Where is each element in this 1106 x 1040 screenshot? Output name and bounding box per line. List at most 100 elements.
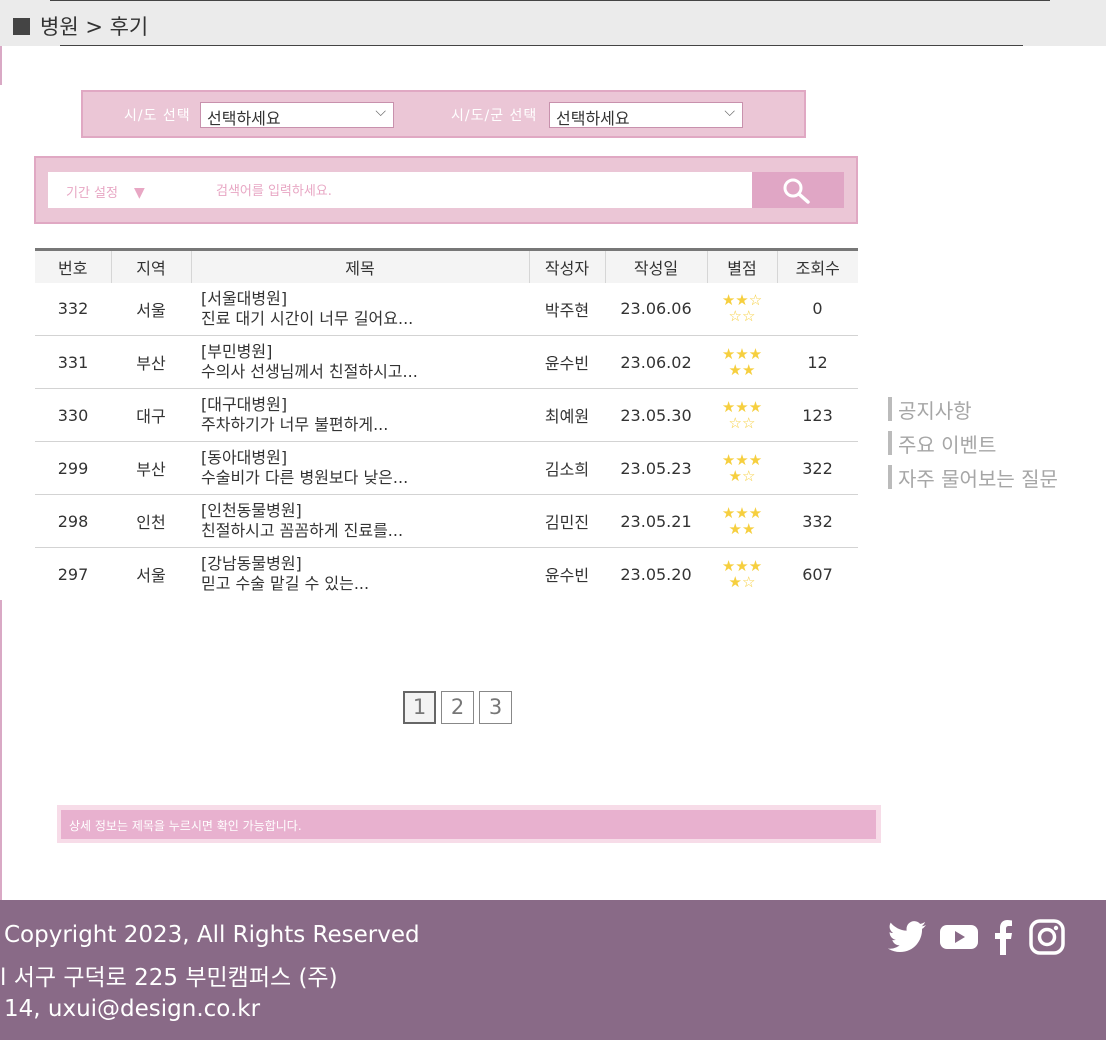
cell-rating: ★★★ ☆☆ — [707, 388, 777, 442]
table-row[interactable]: 331 부산 [부민병원] 수의사 선생님께서 친절하시고... 윤수빈 23.… — [35, 335, 858, 389]
pagination: 1 2 3 — [403, 691, 517, 724]
cell-region: 부산 — [111, 335, 191, 389]
cell-region: 서울 — [136, 566, 166, 586]
cell-no: 332 — [35, 282, 111, 336]
cell-title[interactable]: [부민병원] 수의사 선생님께서 친절하시고... — [191, 335, 529, 389]
side-menu-item-events[interactable]: 주요 이벤트 — [888, 430, 1058, 457]
side-menu-label: 공지사항 — [898, 398, 972, 423]
star-rating: ★★★ ★☆ — [721, 556, 763, 591]
hospital-name: [강남동물병원] — [201, 554, 302, 574]
footer: Copyright 2023, All Rights Reserved l 서구… — [0, 900, 1106, 1040]
header-region: 지역 — [110, 248, 191, 283]
header-author: 작성자 — [528, 248, 605, 283]
header-date: 작성일 — [604, 248, 707, 283]
search-panel: 기간 설정 ▼ 검색어를 입력하세요. — [34, 156, 858, 224]
search-button[interactable] — [752, 172, 844, 208]
cell-rating: ★★★ ★☆ — [707, 441, 777, 495]
cell-author: 박주현 — [529, 282, 605, 336]
twitter-icon[interactable] — [888, 921, 926, 957]
star-rating: ★★★ ☆☆ — [721, 397, 763, 432]
cell-rating: ★★☆ ☆☆ — [707, 282, 777, 336]
footer-copyright: Copyright 2023, All Rights Reserved — [4, 922, 420, 948]
cell-date: 23.05.23 — [605, 441, 707, 495]
cell-author: 최예원 — [529, 388, 605, 442]
cell-views: 322 — [777, 441, 858, 495]
page-button-1[interactable]: 1 — [403, 691, 436, 724]
chevron-down-icon: ⌵ — [724, 104, 735, 120]
side-menu-item-faq[interactable]: 자주 물어보는 질문 — [888, 464, 1058, 491]
menu-bar-marker — [888, 431, 892, 455]
table-row[interactable]: 299 부산 [동아대병원] 수술비가 다른 병원보다 낮은... 김소희 23… — [35, 441, 858, 495]
cell-title[interactable]: [동아대병원] 수술비가 다른 병원보다 낮은... — [191, 441, 529, 495]
side-menu-item-notice[interactable]: 공지사항 — [888, 396, 1058, 423]
header-title: 제목 — [190, 248, 529, 283]
cell-no: 331 — [35, 335, 111, 389]
divider — [50, 0, 1050, 1]
breadcrumb: 병원 > 후기 — [13, 11, 148, 41]
cell-region: 서울 — [111, 282, 191, 336]
sigungu-select-value: 선택하세요 — [556, 109, 630, 128]
review-title: 수의사 선생님께서 친절하시고... — [201, 362, 418, 381]
period-dropdown[interactable]: 기간 설정 ▼ — [66, 182, 145, 201]
hospital-name: [서울대병원] — [201, 288, 288, 308]
cell-author: 윤수빈 — [544, 566, 590, 586]
review-title: 수술비가 다른 병원보다 낮은... — [201, 468, 409, 487]
cell-region: 인천 — [111, 494, 191, 548]
cell-views: 12 — [777, 335, 858, 389]
cell-no: 298 — [35, 494, 111, 548]
table-row[interactable]: 297 서울 [강남동물병원] 믿고 수술 맡길 수 있는... 윤수빈 23.… — [35, 548, 858, 601]
side-menu-label: 주요 이벤트 — [898, 432, 997, 457]
cell-title[interactable]: [강남동물병원] 믿고 수술 맡길 수 있는... — [191, 548, 529, 601]
hospital-name: [인천동물병원] — [201, 501, 302, 520]
sigungu-select[interactable]: 선택하세요 ⌵ — [549, 102, 743, 128]
table-row[interactable]: 330 대구 [대구대병원] 주차하기가 너무 불편하게... 최예원 23.0… — [35, 388, 858, 442]
footer-contact: 14, uxui@design.co.kr — [4, 996, 261, 1022]
cell-author: 윤수빈 — [529, 335, 605, 389]
facebook-icon[interactable] — [992, 919, 1014, 959]
cell-no: 299 — [35, 441, 111, 495]
cell-date: 23.05.30 — [605, 388, 707, 442]
review-title: 진료 대기 시간이 너무 길어요... — [201, 308, 414, 328]
instagram-icon[interactable] — [1028, 918, 1066, 960]
table-row[interactable]: 332 서울 [서울대병원] 진료 대기 시간이 너무 길어요... 박주현 2… — [35, 282, 858, 336]
square-bullet-icon — [13, 17, 30, 35]
cell-date: 23.06.02 — [605, 335, 707, 389]
table-row[interactable]: 298 인천 [인천동물병원] 친절하시고 꼼꼼하게 진료를... 김민진 23… — [35, 494, 858, 548]
cell-title[interactable]: [서울대병원] 진료 대기 시간이 너무 길어요... — [191, 282, 529, 336]
cell-title[interactable]: [인천동물병원] 친절하시고 꼼꼼하게 진료를... — [191, 494, 529, 548]
table-header-row: 번호 지역 제목 작성자 작성일 별점 조회수 — [35, 248, 858, 283]
side-menu-label: 자주 물어보는 질문 — [898, 466, 1058, 491]
notice-bar: 상세 정보는 제목을 누르시면 확인 가능합니다. — [57, 805, 881, 843]
notice-text: 상세 정보는 제목을 누르시면 확인 가능합니다. — [61, 810, 876, 839]
page-button-3[interactable]: 3 — [479, 691, 512, 724]
search-bar: 기간 설정 ▼ 검색어를 입력하세요. — [48, 172, 752, 208]
sido-select[interactable]: 선택하세요 ⌵ — [200, 102, 394, 128]
cell-no: 297 — [57, 564, 89, 584]
review-title: 주차하기가 너무 불편하게... — [201, 415, 389, 434]
hospital-name: [동아대병원] — [201, 448, 288, 467]
star-rating: ★★★ ★★ — [721, 344, 763, 379]
star-rating: ★★★ ★☆ — [721, 450, 763, 485]
review-title: 친절하시고 꼼꼼하게 진료를... — [201, 521, 404, 540]
search-input[interactable]: 검색어를 입력하세요. — [216, 180, 332, 199]
menu-bar-marker — [888, 465, 892, 489]
triangle-down-icon: ▼ — [133, 185, 145, 201]
cell-views: 607 — [802, 564, 833, 584]
cell-views: 123 — [777, 388, 858, 442]
cell-date: 23.05.21 — [605, 494, 707, 548]
page-button-2[interactable]: 2 — [441, 691, 474, 724]
sido-select-value: 선택하세요 — [207, 109, 281, 128]
search-icon — [783, 178, 810, 204]
cell-title[interactable]: [대구대병원] 주차하기가 너무 불편하게... — [191, 388, 529, 442]
chevron-down-icon: ⌵ — [375, 104, 386, 120]
region-filter: 시/도 선택 선택하세요 ⌵ 시/도/군 선택 선택하세요 ⌵ — [81, 90, 806, 138]
cell-region: 부산 — [111, 441, 191, 495]
cell-author: 김소희 — [529, 441, 605, 495]
divider — [60, 45, 1023, 46]
cell-date: 23.06.06 — [605, 282, 707, 336]
cell-rating: ★★★ ★☆ — [707, 548, 777, 601]
cell-no: 330 — [35, 388, 111, 442]
star-rating: ★★☆ ☆☆ — [721, 291, 763, 326]
social-links — [888, 918, 1080, 960]
youtube-icon[interactable] — [940, 923, 978, 955]
